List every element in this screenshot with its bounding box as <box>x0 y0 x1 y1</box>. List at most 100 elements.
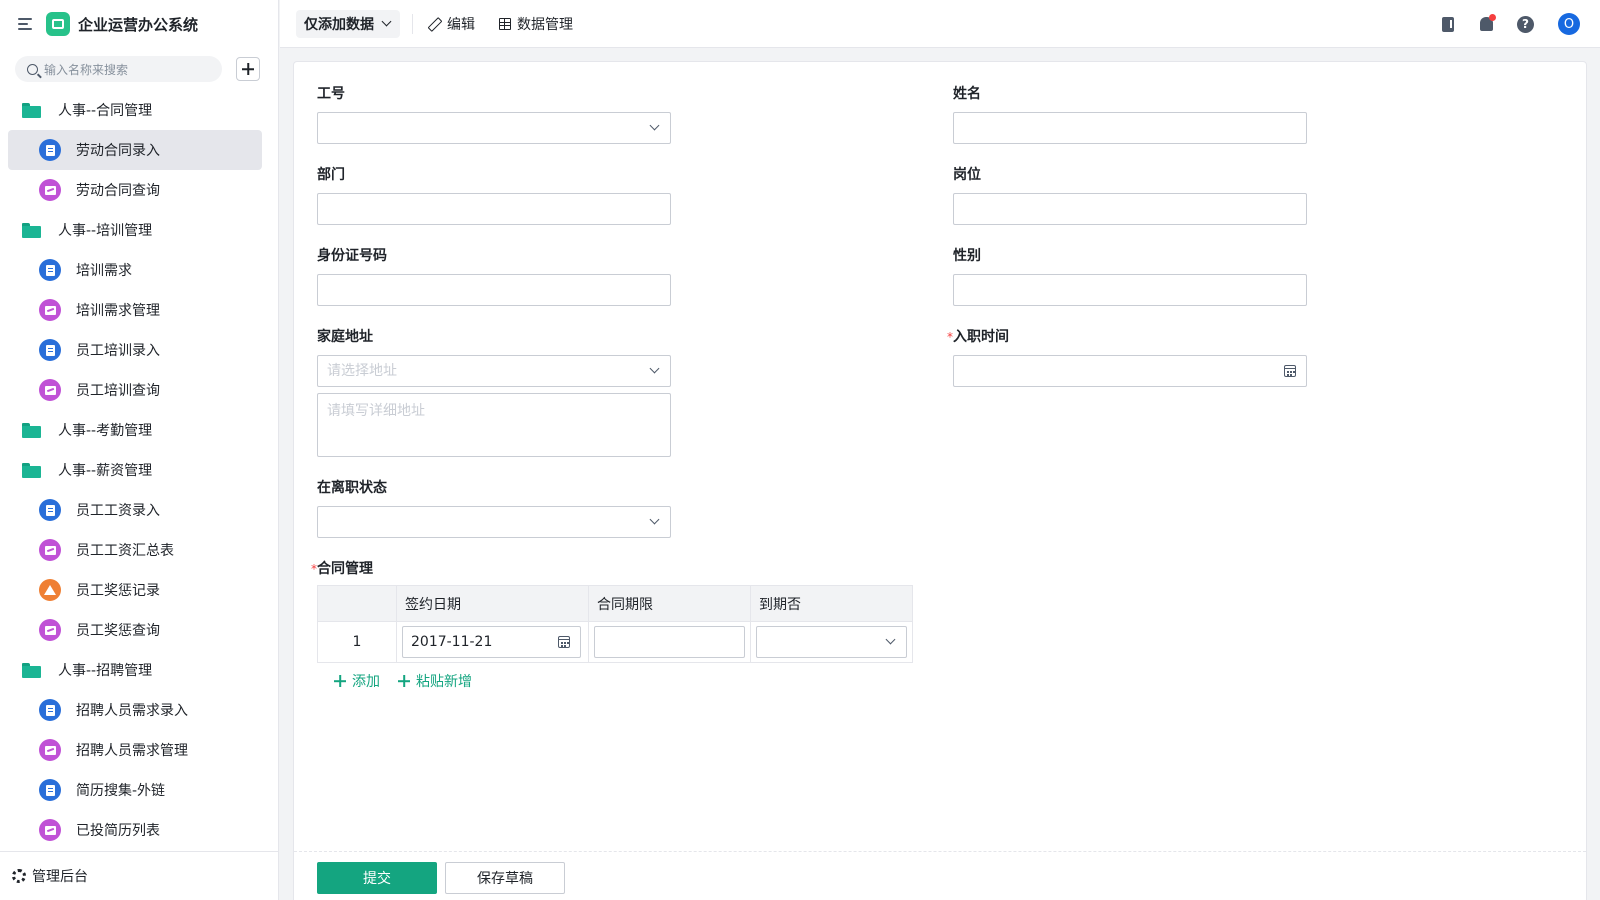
admin-backend-link[interactable]: 管理后台 <box>0 851 278 900</box>
sidebar-item[interactable]: 简历搜集-外链 <box>8 770 262 810</box>
form-page-icon <box>39 699 61 721</box>
bell-icon[interactable] <box>1480 14 1496 31</box>
sidebar-folder[interactable]: 人事--招聘管理 <box>8 650 262 690</box>
department-label: 部门 <box>317 167 345 183</box>
expired-select[interactable] <box>756 626 907 658</box>
report-page-icon <box>39 619 61 641</box>
expired-cell <box>751 622 912 662</box>
calendar-icon <box>1284 365 1296 377</box>
data-manage-label: 数据管理 <box>517 16 573 33</box>
employment-status-select[interactable] <box>317 506 671 538</box>
sidebar-item-label: 劳动合同录入 <box>76 143 160 159</box>
folder-icon <box>22 662 41 678</box>
sidebar-item-label: 劳动合同查询 <box>76 183 160 199</box>
hire-date-label: *入职时间 <box>947 327 1307 347</box>
table-header-row: 签约日期 合同期限 到期否 <box>318 586 912 622</box>
address-detail-placeholder: 请填写详细地址 <box>327 403 425 419</box>
sidebar-item[interactable]: 员工工资汇总表 <box>8 530 262 570</box>
chevron-down-icon <box>885 634 896 645</box>
sidebar-search-input[interactable]: 输入名称来搜索 <box>15 56 223 82</box>
chevron-down-icon <box>649 363 660 374</box>
sidebar-folder[interactable]: 人事--薪资管理 <box>8 450 262 490</box>
save-draft-button[interactable]: 保存草稿 <box>445 862 565 894</box>
sidebar-folder[interactable]: 人事--合同管理 <box>8 90 262 130</box>
report-page-icon <box>39 379 61 401</box>
form-page-icon <box>39 139 61 161</box>
edit-button[interactable]: 编辑 <box>429 14 475 34</box>
field-contracts: *合同管理 <box>311 559 671 587</box>
id-number-input[interactable] <box>317 274 671 306</box>
data-manage-button[interactable]: 数据管理 <box>499 14 573 34</box>
sidebar-item[interactable]: 培训需求 <box>8 250 262 290</box>
sidebar-item[interactable]: 员工奖惩查询 <box>8 610 262 650</box>
field-id-number: 身份证号码 <box>317 246 671 306</box>
sidebar-item-label: 人事--考勤管理 <box>58 423 153 439</box>
sidebar-item-label: 员工奖惩记录 <box>76 583 160 599</box>
employee-id-select[interactable] <box>317 112 671 144</box>
report-page-icon <box>39 299 61 321</box>
form-page-icon <box>39 339 61 361</box>
employee-id-label: 工号 <box>317 86 345 102</box>
table-icon <box>499 17 511 30</box>
department-input[interactable] <box>317 193 671 225</box>
term-input[interactable] <box>594 626 745 658</box>
sidebar-item-label: 培训需求 <box>76 263 132 279</box>
gender-input[interactable] <box>953 274 1307 306</box>
hire-date-picker[interactable] <box>953 355 1307 387</box>
plus-icon <box>398 675 410 687</box>
sidebar-item-label: 培训需求管理 <box>76 303 160 319</box>
sidebar-folder[interactable]: 人事--考勤管理 <box>8 410 262 450</box>
submit-button[interactable]: 提交 <box>317 862 437 894</box>
sidebar-item[interactable]: 员工培训查询 <box>8 370 262 410</box>
table-header-index <box>318 586 397 621</box>
mode-select[interactable]: 仅添加数据 <box>296 9 400 38</box>
sidebar-item[interactable]: 招聘人员需求录入 <box>8 690 262 730</box>
name-input[interactable] <box>953 112 1307 144</box>
report-page-icon <box>39 179 61 201</box>
sidebar-item-label: 员工工资汇总表 <box>76 543 174 559</box>
paste-add-button[interactable]: 粘贴新增 <box>398 671 472 691</box>
row-index: 1 <box>318 622 397 662</box>
notebook-icon[interactable] <box>1442 16 1454 32</box>
position-input[interactable] <box>953 193 1307 225</box>
sidebar-item[interactable]: 员工奖惩记录 <box>8 570 262 610</box>
sidebar-item[interactable]: 劳动合同录入 <box>8 130 262 170</box>
sidebar-header: 企业运营办公系统 <box>0 0 278 48</box>
field-department: 部门 <box>317 165 671 225</box>
sidebar-item[interactable]: 员工工资录入 <box>8 490 262 530</box>
add-row-label: 添加 <box>352 674 380 690</box>
field-name: 姓名 <box>953 84 1307 144</box>
folder-icon <box>22 422 41 438</box>
app-title: 企业运营办公系统 <box>78 15 199 34</box>
sidebar-item-label: 简历搜集-外链 <box>76 783 166 799</box>
flow-page-icon <box>39 579 61 601</box>
address-detail-textarea[interactable]: 请填写详细地址 <box>317 393 671 457</box>
form-page-icon <box>39 779 61 801</box>
sidebar-item[interactable]: 招聘人员需求管理 <box>8 730 262 770</box>
chevron-down-icon <box>649 514 660 525</box>
field-employee-id: 工号 <box>317 84 671 144</box>
sidebar-item[interactable]: 员工培训录入 <box>8 330 262 370</box>
sidebar-item-label: 员工培训查询 <box>76 383 160 399</box>
add-item-button[interactable] <box>236 57 260 81</box>
field-employment-status: 在离职状态 <box>317 478 671 538</box>
position-label: 岗位 <box>953 167 981 183</box>
sidebar-item-label: 员工培训录入 <box>76 343 160 359</box>
sign-date-picker[interactable]: 2017-11-21 <box>402 626 581 658</box>
sidebar-folder[interactable]: 人事--培训管理 <box>8 210 262 250</box>
help-icon[interactable]: ? <box>1517 15 1534 33</box>
sidebar-item[interactable]: 已投简历列表 <box>8 810 262 850</box>
sidebar-item[interactable]: 培训需求管理 <box>8 290 262 330</box>
menu-collapse-icon[interactable] <box>18 17 34 31</box>
sidebar-item[interactable]: 劳动合同查询 <box>8 170 262 210</box>
table-header-term: 合同期限 <box>589 586 751 621</box>
field-gender: 性别 <box>953 246 1307 306</box>
chevron-down-icon <box>649 120 660 131</box>
add-row-button[interactable]: 添加 <box>334 671 380 691</box>
report-page-icon <box>39 539 61 561</box>
sidebar-item-label: 已投简历列表 <box>76 823 160 839</box>
table-header-sign-date: 签约日期 <box>397 586 589 621</box>
topbar-right: ? O <box>1442 0 1580 48</box>
address-region-select[interactable]: 请选择地址 <box>317 355 671 387</box>
avatar[interactable]: O <box>1558 13 1580 35</box>
